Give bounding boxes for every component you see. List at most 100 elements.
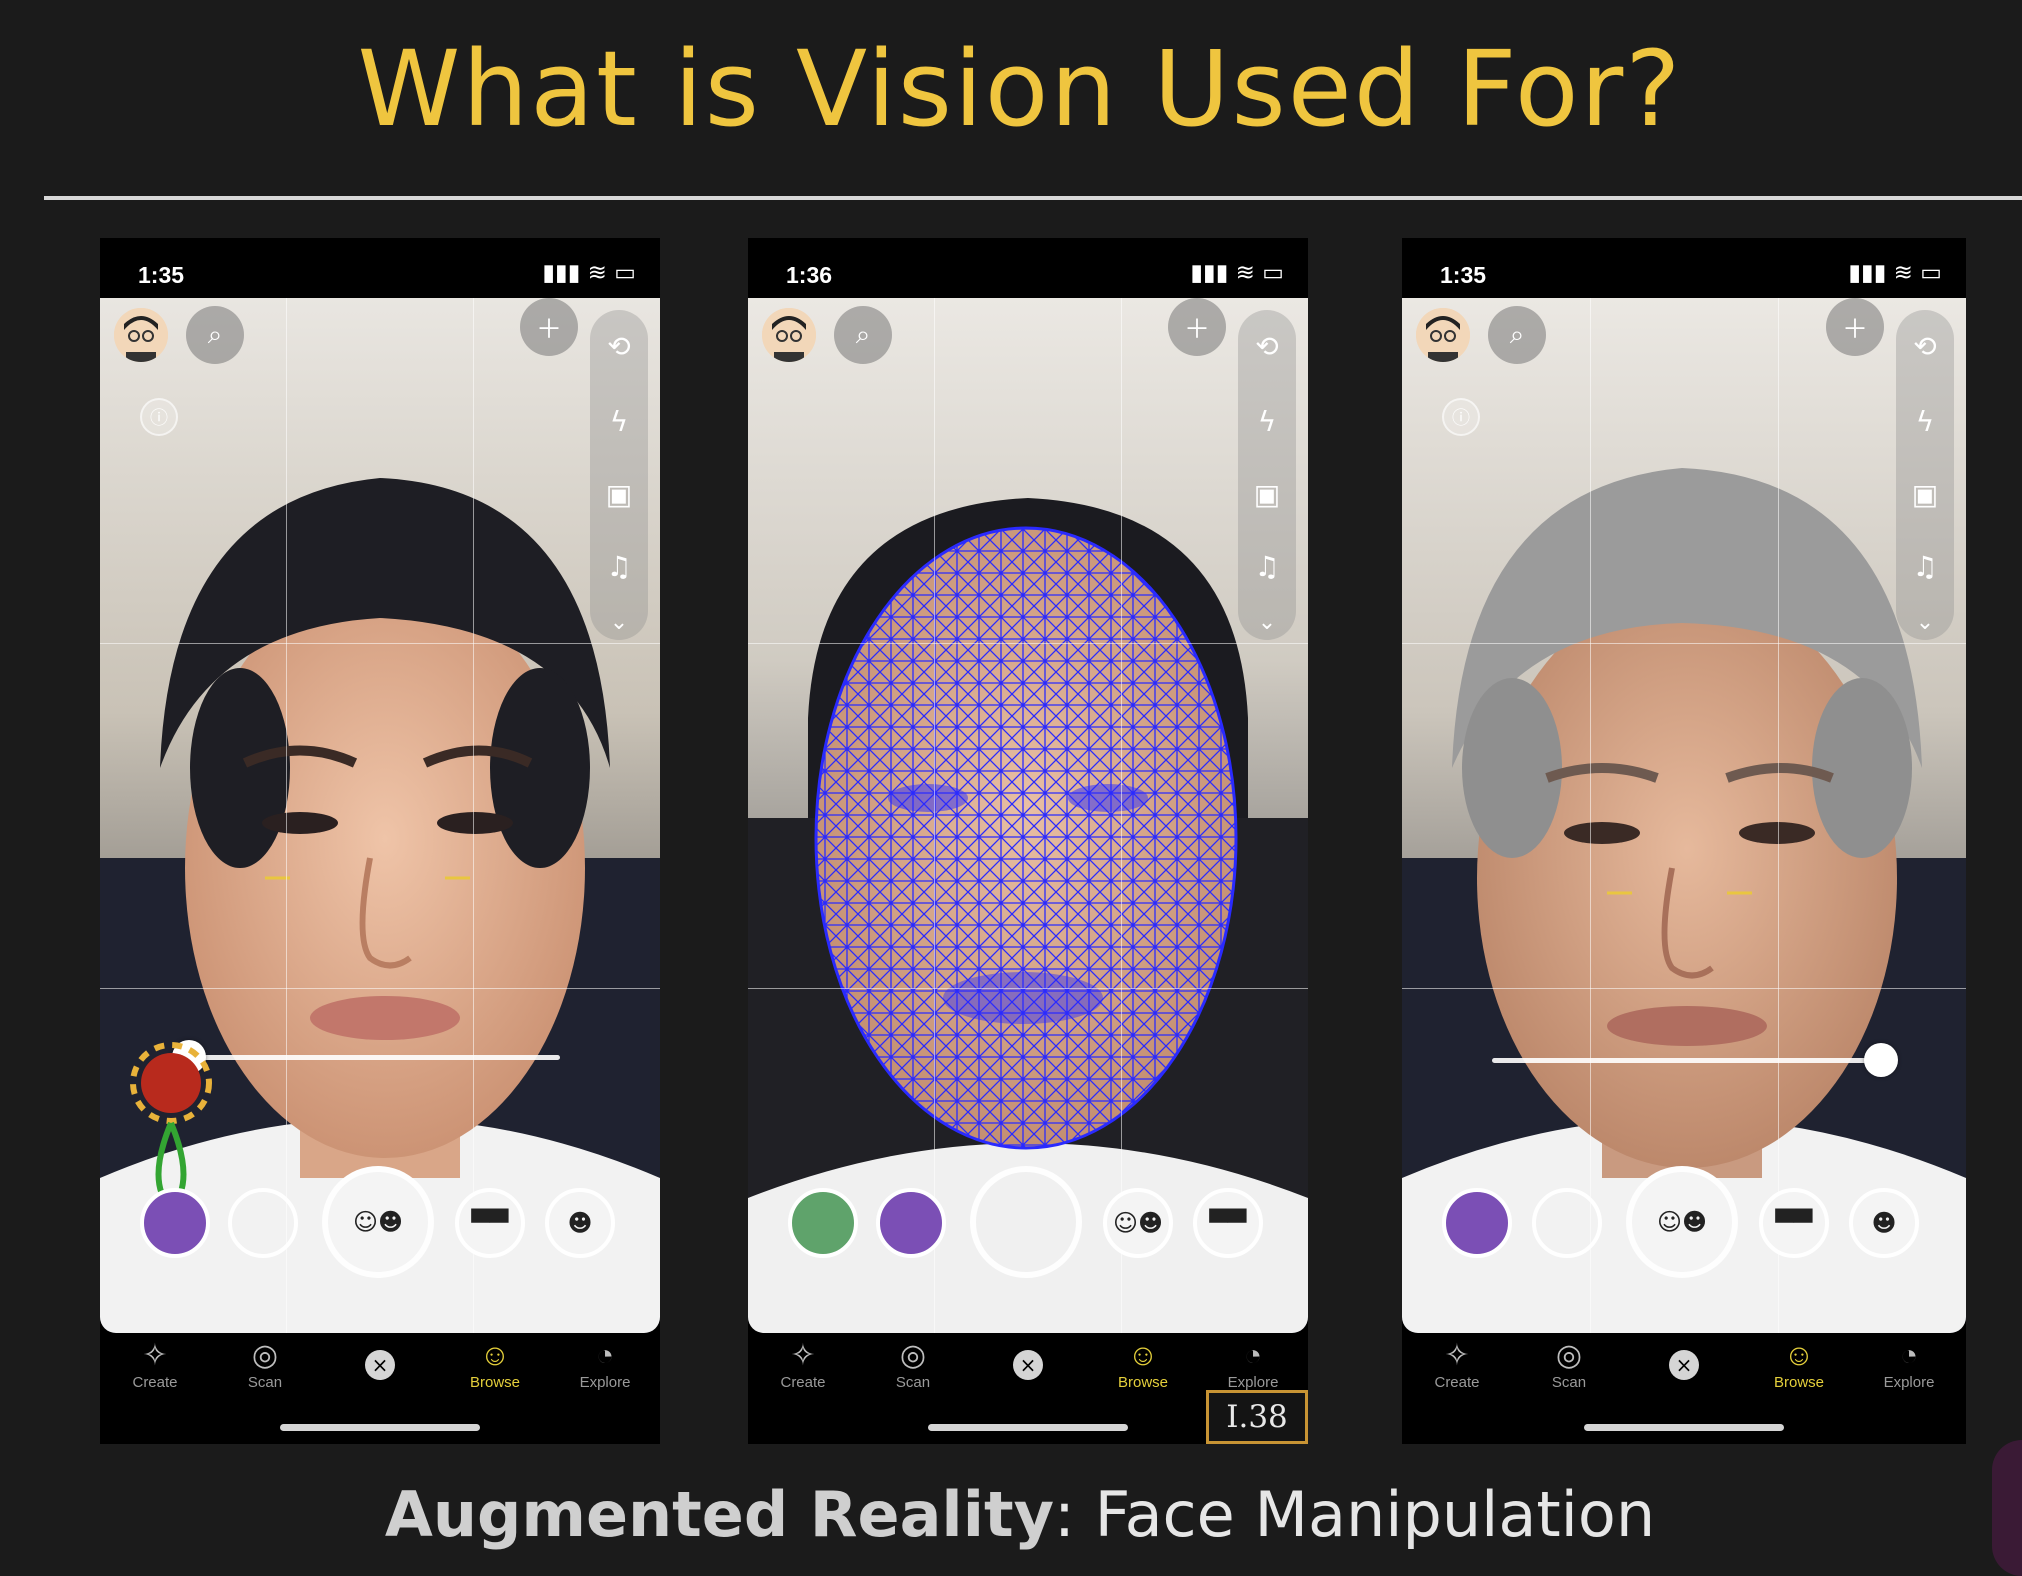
lens-item[interactable] xyxy=(1442,1188,1512,1258)
lens-item[interactable]: ☺☻ xyxy=(1103,1188,1173,1258)
close-icon[interactable]: × xyxy=(1669,1350,1699,1380)
lens-item[interactable] xyxy=(140,1188,210,1258)
nav-browse[interactable]: ☺ Browse xyxy=(1754,1338,1844,1391)
signal-wifi-battery-icon: ▮▮▮ ≋ ▭ xyxy=(1848,260,1942,286)
nav-label: Scan xyxy=(1551,1374,1587,1391)
lens-item[interactable] xyxy=(788,1188,858,1258)
bottom-nav: ✧ Create ◎ Scan × ☺ Browse ◔ Explore xyxy=(1402,1338,1966,1418)
age-slider-knob[interactable] xyxy=(1864,1043,1898,1077)
nav-label: Browse xyxy=(469,1374,521,1391)
nav-explore[interactable]: ◔ Explore xyxy=(560,1338,650,1391)
bitmoji-avatar[interactable] xyxy=(762,308,816,362)
status-time: 1:35 xyxy=(1440,262,1487,288)
scan-icon: ◎ xyxy=(251,1339,279,1372)
scan-icon: ◎ xyxy=(1555,1339,1583,1372)
age-slider-track[interactable] xyxy=(190,1055,560,1060)
camera-view: ⌕ ＋ ⓘ ⟲ ϟ ▣ ♫ ⌄ ☺☻ ▀▀ ☻ xyxy=(100,298,660,1333)
nav-label: Scan xyxy=(247,1374,283,1391)
lens-item[interactable] xyxy=(1532,1188,1602,1258)
capture-button-lens[interactable]: ☺☻ xyxy=(1626,1166,1738,1278)
flash-off-icon[interactable]: ϟ xyxy=(1238,405,1296,438)
info-icon[interactable]: ⓘ xyxy=(1442,398,1480,436)
camera-tools-rail: ⟲ ϟ ▣ ♫ ⌄ xyxy=(1238,310,1296,640)
video-icon[interactable]: ▣ xyxy=(590,478,648,511)
explore-icon: ◔ xyxy=(595,1339,615,1372)
scan-icon: ◎ xyxy=(899,1339,927,1372)
chevron-down-icon[interactable]: ⌄ xyxy=(590,610,648,635)
bottom-nav: ✧ Create ◎ Scan × ☺ Browse ◔ Explore xyxy=(100,1338,660,1418)
close-icon[interactable]: × xyxy=(1013,1350,1043,1380)
close-icon[interactable]: × xyxy=(365,1350,395,1380)
nav-label: Browse xyxy=(1117,1374,1169,1391)
info-icon[interactable]: ⓘ xyxy=(140,398,178,436)
camera-tools-rail: ⟲ ϟ ▣ ♫ ⌄ xyxy=(590,310,648,640)
add-friend-icon[interactable]: ＋ xyxy=(1168,298,1226,356)
lens-item[interactable]: ☻ xyxy=(1849,1188,1919,1258)
status-time: 1:35 xyxy=(138,262,185,288)
nav-scan[interactable]: ◎ Scan xyxy=(868,1338,958,1391)
camera-view: ⌕ ＋ ⓘ ⟲ ϟ ▣ ♫ ⌄ ☺☻ ▀▀ ☻ xyxy=(1402,298,1966,1333)
home-indicator xyxy=(928,1424,1128,1431)
status-time: 1:36 xyxy=(786,262,833,288)
create-icon: ✧ xyxy=(1444,1339,1470,1372)
age-slider-track[interactable] xyxy=(1492,1058,1882,1063)
grid-line xyxy=(1402,643,1966,644)
lens-item[interactable]: ▀▀ xyxy=(1759,1188,1829,1258)
video-icon[interactable]: ▣ xyxy=(1896,478,1954,511)
grid-line xyxy=(748,988,1308,989)
nav-create[interactable]: ✧ Create xyxy=(758,1338,848,1391)
nav-label: Create xyxy=(1434,1374,1480,1391)
lens-item[interactable]: ▀▀ xyxy=(455,1188,525,1258)
nav-scan[interactable]: ◎ Scan xyxy=(1524,1338,1614,1391)
flash-off-icon[interactable]: ϟ xyxy=(590,405,648,438)
phone-screenshot-old: 1:35 ▮▮▮ ≋ ▭ ⌕ ＋ ⓘ ⟲ ϟ ▣ ♫ ⌄ ☺☻ ▀▀ ☻ ✧ C… xyxy=(1402,238,1966,1444)
browse-icon: ☺ xyxy=(479,1339,511,1372)
nav-explore[interactable]: ◔ Explore xyxy=(1208,1338,1298,1391)
bitmoji-avatar[interactable] xyxy=(1416,308,1470,362)
chevron-down-icon[interactable]: ⌄ xyxy=(1896,610,1954,635)
add-friend-icon[interactable]: ＋ xyxy=(520,298,578,356)
search-icon[interactable]: ⌕ xyxy=(186,306,244,364)
lens-item[interactable] xyxy=(876,1188,946,1258)
lens-carousel: ☺☻ ▀▀ ☻ xyxy=(1402,1166,1966,1286)
nav-create[interactable]: ✧ Create xyxy=(110,1338,200,1391)
nav-create[interactable]: ✧ Create xyxy=(1412,1338,1502,1391)
capture-button-lens[interactable]: ☺☻ xyxy=(322,1166,434,1278)
grid-line xyxy=(100,643,660,644)
caption-rest: : Face Manipulation xyxy=(1054,1478,1656,1551)
capture-button[interactable] xyxy=(970,1166,1082,1278)
flip-camera-icon[interactable]: ⟲ xyxy=(1238,330,1296,363)
explore-icon: ◔ xyxy=(1243,1339,1263,1372)
nav-label: Explore xyxy=(1883,1374,1935,1391)
lens-item[interactable] xyxy=(228,1188,298,1258)
flash-off-icon[interactable]: ϟ xyxy=(1896,405,1954,438)
flip-camera-icon[interactable]: ⟲ xyxy=(1896,330,1954,363)
chevron-down-icon[interactable]: ⌄ xyxy=(1238,610,1296,635)
music-icon[interactable]: ♫ xyxy=(590,550,648,583)
lens-item[interactable]: ☻ xyxy=(545,1188,615,1258)
music-icon[interactable]: ♫ xyxy=(1238,550,1296,583)
lens-item[interactable]: ▀▀ xyxy=(1193,1188,1263,1258)
nav-scan[interactable]: ◎ Scan xyxy=(220,1338,310,1391)
nav-label: Explore xyxy=(579,1374,631,1391)
nav-label: Create xyxy=(132,1374,178,1391)
nav-browse[interactable]: ☺ Browse xyxy=(450,1338,540,1391)
music-icon[interactable]: ♫ xyxy=(1896,550,1954,583)
presenter-edge xyxy=(1992,1440,2022,1576)
bitmoji-avatar[interactable] xyxy=(114,308,168,362)
status-bar: 1:35 ▮▮▮ ≋ ▭ xyxy=(100,238,660,298)
slide-number: I.38 xyxy=(1206,1390,1308,1444)
search-icon[interactable]: ⌕ xyxy=(1488,306,1546,364)
search-icon[interactable]: ⌕ xyxy=(834,306,892,364)
camera-tools-rail: ⟲ ϟ ▣ ♫ ⌄ xyxy=(1896,310,1954,640)
nav-browse[interactable]: ☺ Browse xyxy=(1098,1338,1188,1391)
signal-wifi-battery-icon: ▮▮▮ ≋ ▭ xyxy=(1190,260,1284,286)
flip-camera-icon[interactable]: ⟲ xyxy=(590,330,648,363)
video-icon[interactable]: ▣ xyxy=(1238,478,1296,511)
nav-explore[interactable]: ◔ Explore xyxy=(1864,1338,1954,1391)
create-icon: ✧ xyxy=(142,1339,168,1372)
nav-label: Browse xyxy=(1773,1374,1825,1391)
add-friend-icon[interactable]: ＋ xyxy=(1826,298,1884,356)
browse-icon: ☺ xyxy=(1127,1339,1159,1372)
lens-carousel: ☺☻ ▀▀ ☻ xyxy=(100,1166,660,1286)
